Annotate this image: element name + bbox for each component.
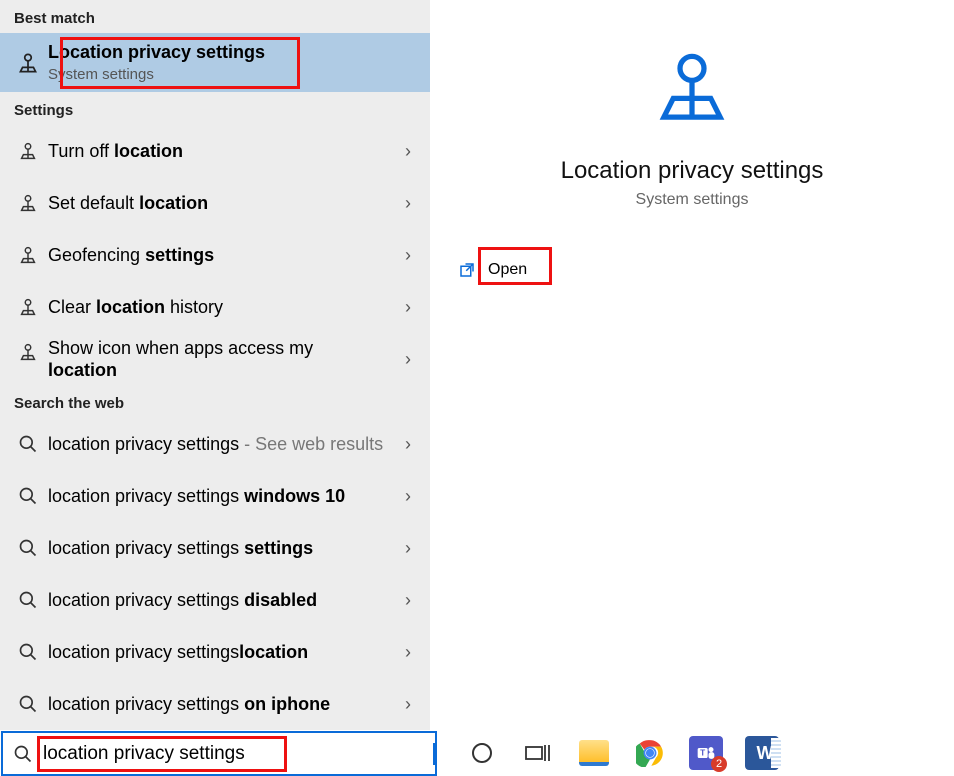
- settings-result[interactable]: Set default location ›: [0, 177, 430, 229]
- section-settings: Settings: [0, 92, 430, 125]
- search-icon: [14, 538, 42, 558]
- chevron-right-icon: ›: [396, 590, 420, 611]
- result-label: Turn off location: [42, 140, 396, 163]
- location-icon: [14, 244, 42, 266]
- settings-result[interactable]: Clear location history ›: [0, 281, 430, 333]
- search-icon: [13, 744, 33, 764]
- search-box[interactable]: [1, 731, 437, 776]
- web-result[interactable]: location privacy settingslocation ›: [0, 626, 430, 678]
- result-label: Show icon when apps access my location: [42, 337, 396, 382]
- svg-text:T: T: [700, 748, 705, 758]
- section-best-match: Best match: [0, 0, 430, 33]
- search-icon: [14, 434, 42, 454]
- text-caret: [433, 743, 435, 765]
- chevron-right-icon: ›: [396, 642, 420, 663]
- web-result[interactable]: location privacy settings disabled ›: [0, 574, 430, 626]
- best-match-subtitle: System settings: [48, 66, 420, 85]
- detail-pane: Location privacy settings System setting…: [430, 0, 954, 730]
- result-label: Clear location history: [42, 296, 396, 319]
- chevron-right-icon: ›: [396, 538, 420, 559]
- chevron-right-icon: ›: [396, 349, 420, 370]
- chevron-right-icon: ›: [396, 245, 420, 266]
- chevron-right-icon: ›: [396, 694, 420, 715]
- taskbar-chrome-icon[interactable]: [633, 736, 667, 770]
- location-icon: [14, 192, 42, 214]
- open-label: Open: [488, 261, 527, 279]
- chevron-right-icon: ›: [396, 486, 420, 507]
- search-icon: [14, 486, 42, 506]
- location-icon: [647, 44, 737, 139]
- web-result[interactable]: location privacy settings windows 10 ›: [0, 470, 430, 522]
- search-input[interactable]: [43, 743, 432, 765]
- chevron-right-icon: ›: [396, 141, 420, 162]
- taskbar-teams-icon[interactable]: T 2: [689, 736, 723, 770]
- result-label: location privacy settings disabled: [42, 589, 396, 612]
- open-action[interactable]: Open: [454, 255, 930, 285]
- chevron-right-icon: ›: [396, 193, 420, 214]
- settings-result[interactable]: Geofencing settings ›: [0, 229, 430, 281]
- result-label: location privacy settingslocation: [42, 641, 396, 664]
- taskbar-cortana-icon[interactable]: [465, 736, 499, 770]
- taskbar-word-icon[interactable]: W: [745, 736, 779, 770]
- search-results-pane: Best match Location privacy settings Sys…: [0, 0, 430, 730]
- result-label: location privacy settings on iphone: [42, 693, 396, 716]
- result-label: Set default location: [42, 192, 396, 215]
- taskbar-file-explorer-icon[interactable]: [577, 736, 611, 770]
- teams-badge: 2: [711, 756, 727, 772]
- location-icon: [14, 296, 42, 318]
- detail-title: Location privacy settings: [561, 157, 824, 185]
- result-label: location privacy settings - See web resu…: [42, 433, 396, 456]
- taskbar-taskview-icon[interactable]: [521, 736, 555, 770]
- taskbar: T 2 W: [0, 730, 954, 776]
- chevron-right-icon: ›: [396, 297, 420, 318]
- web-result[interactable]: location privacy settings - See web resu…: [0, 418, 430, 470]
- search-icon: [14, 642, 42, 662]
- search-icon: [14, 694, 42, 714]
- section-search-web: Search the web: [0, 385, 430, 418]
- location-icon: [14, 140, 42, 162]
- location-icon: [14, 337, 42, 363]
- chevron-right-icon: ›: [396, 434, 420, 455]
- settings-result[interactable]: Turn off location ›: [0, 125, 430, 177]
- location-icon: [14, 50, 42, 76]
- best-match-title: Location privacy settings: [48, 41, 420, 64]
- result-label: location privacy settings settings: [42, 537, 396, 560]
- settings-result[interactable]: Show icon when apps access my location ›: [0, 333, 430, 385]
- search-icon: [14, 590, 42, 610]
- result-label: location privacy settings windows 10: [42, 485, 396, 508]
- web-result[interactable]: location privacy settings on iphone ›: [0, 678, 430, 730]
- web-result[interactable]: location privacy settings settings ›: [0, 522, 430, 574]
- detail-subtitle: System settings: [636, 191, 749, 209]
- result-label: Geofencing settings: [42, 244, 396, 267]
- best-match-result[interactable]: Location privacy settings System setting…: [0, 33, 430, 92]
- open-external-icon: [458, 261, 476, 279]
